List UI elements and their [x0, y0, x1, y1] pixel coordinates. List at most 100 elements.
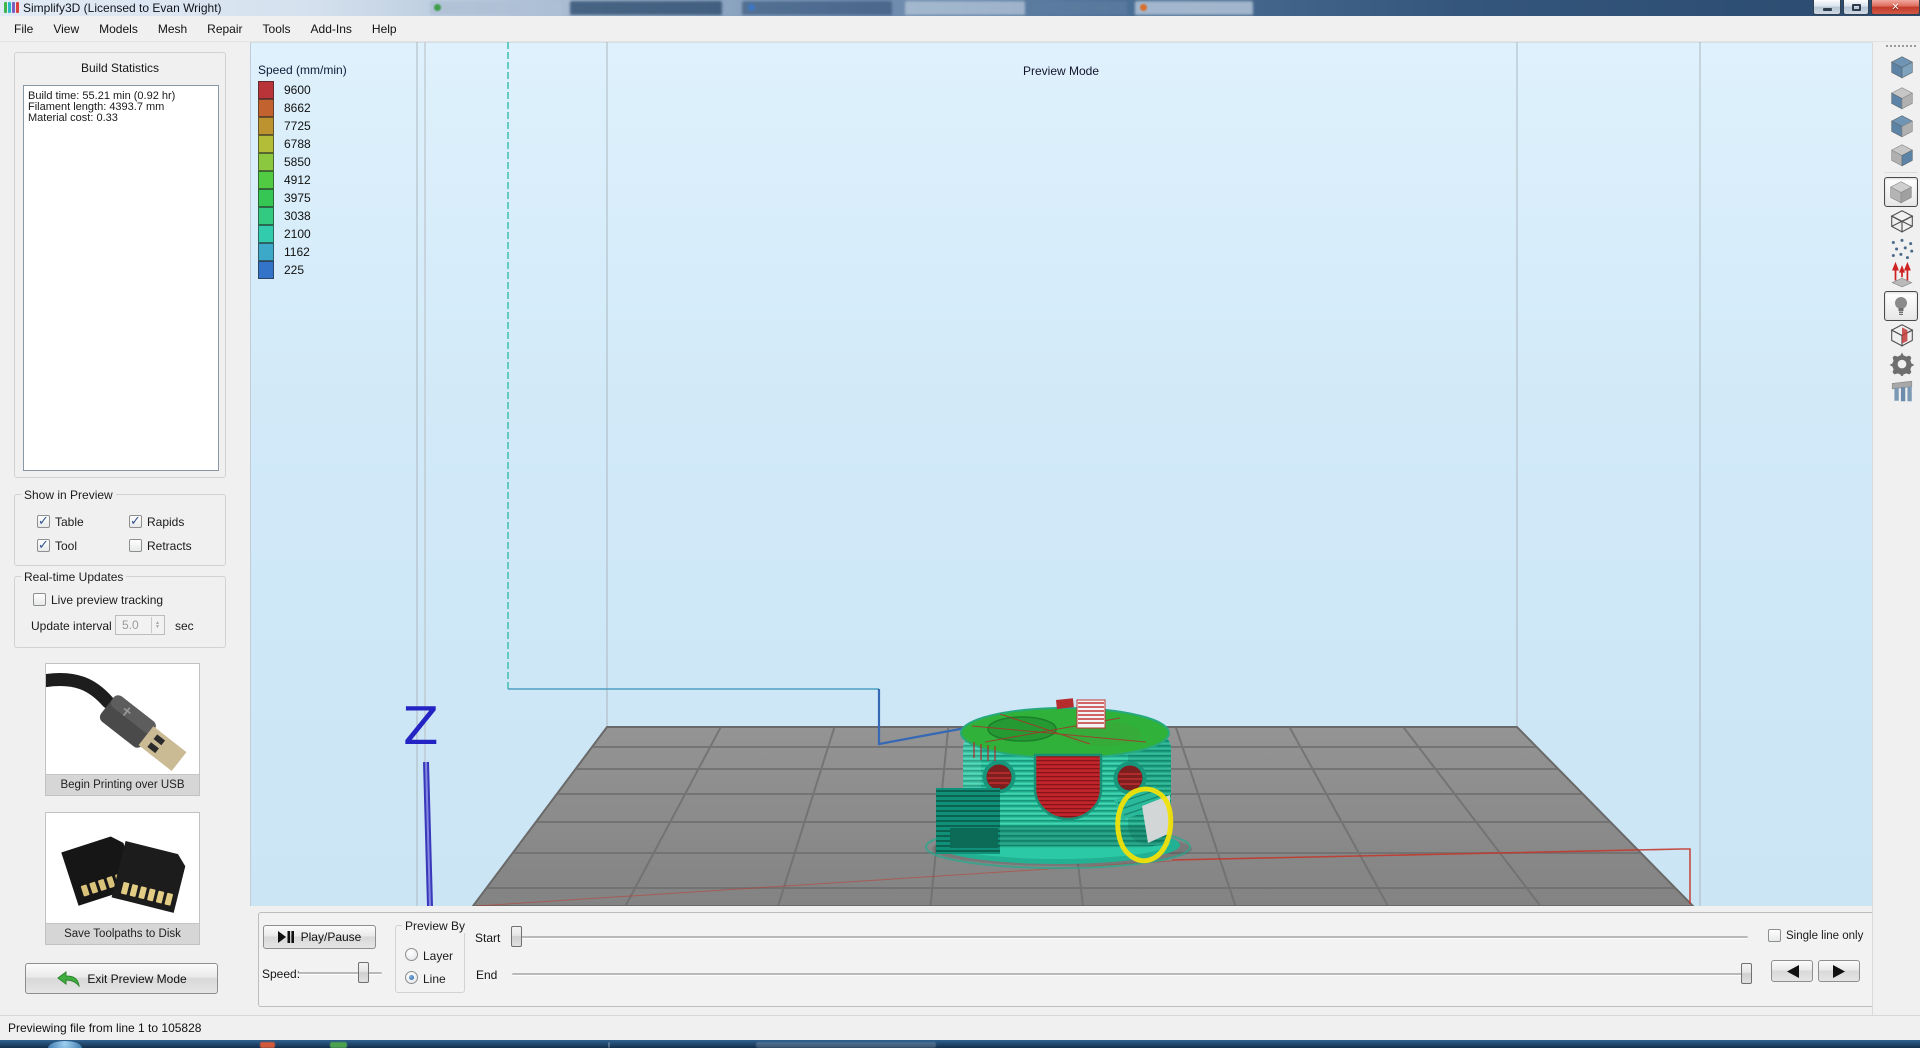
update-interval-unit: sec	[175, 619, 194, 633]
speed-slider-track[interactable]	[298, 972, 382, 975]
legend-value: 8662	[284, 101, 311, 115]
view-left-icon[interactable]	[1888, 113, 1916, 139]
view-front-icon[interactable]	[1888, 85, 1916, 111]
update-interval-value: 5.0	[122, 618, 139, 632]
retracts-checkbox-label[interactable]: Retracts	[147, 539, 192, 553]
infill-arch	[1035, 755, 1101, 819]
machine-settings-gear-icon[interactable]	[1888, 350, 1916, 376]
build-statistics-box: Build time: 55.21 min (0.92 hr) Filament…	[23, 85, 219, 471]
view-perspective-button[interactable]	[1884, 177, 1918, 207]
preview-by-title: Preview By	[402, 919, 468, 933]
menu-file[interactable]: File	[4, 18, 43, 40]
play-pause-icon	[278, 931, 294, 943]
view-right-icon[interactable]	[1888, 142, 1916, 168]
single-line-only-label[interactable]: Single line only	[1786, 930, 1863, 942]
tool-checkbox-label[interactable]: Tool	[55, 539, 77, 553]
app-window: Simplify3D (Licensed to Evan Wright) ✕ F…	[0, 0, 1920, 1048]
legend-swatch	[258, 81, 274, 99]
line-radio[interactable]	[405, 971, 418, 984]
close-button[interactable]: ✕	[1871, 0, 1920, 15]
spinner-arrows-icon[interactable]: ▲▼	[151, 617, 163, 633]
start-orb-icon[interactable]	[48, 1041, 82, 1048]
exit-preview-mode-label: Exit Preview Mode	[87, 972, 186, 986]
legend-swatch	[258, 135, 274, 153]
scene-canvas: Z	[250, 42, 1872, 906]
back-arrow-icon	[56, 971, 80, 987]
menu-mesh[interactable]: Mesh	[148, 18, 197, 40]
menu-tools[interactable]: Tools	[253, 18, 301, 40]
layer-radio[interactable]	[405, 948, 418, 961]
windows-taskbar[interactable]	[0, 1040, 1920, 1048]
view-top-icon[interactable]	[1888, 54, 1916, 80]
table-checkbox[interactable]	[37, 515, 50, 528]
taskbar-icon[interactable]	[260, 1042, 275, 1048]
begin-printing-usb-caption: Begin Printing over USB	[46, 774, 199, 795]
menu-repair[interactable]: Repair	[197, 18, 252, 40]
simplify3d-logo-icon	[4, 2, 19, 13]
line-radio-label[interactable]: Line	[423, 972, 446, 986]
surface-normals-icon[interactable]	[1888, 262, 1916, 288]
live-preview-tracking-label[interactable]: Live preview tracking	[51, 593, 163, 607]
background-window-fragment	[1135, 1, 1253, 15]
exit-preview-mode-button[interactable]: Exit Preview Mode	[25, 963, 218, 994]
preview-controls-panel	[258, 912, 1875, 1007]
live-preview-tracking-checkbox[interactable]	[33, 593, 46, 606]
usb-cable-image	[46, 664, 199, 774]
legend-value: 2100	[284, 227, 311, 241]
left-sidebar: Build Statistics Build time: 55.21 min (…	[0, 42, 250, 1015]
sd-cards-image	[46, 813, 199, 923]
legend-swatch	[258, 243, 274, 261]
title-bar: Simplify3D (Licensed to Evan Wright) ✕	[0, 0, 1920, 16]
build-statistics-title: Build Statistics	[15, 61, 225, 75]
menu-help[interactable]: Help	[362, 18, 407, 40]
step-forward-button[interactable]	[1818, 960, 1860, 982]
end-slider-thumb[interactable]	[1741, 963, 1752, 984]
toolbar-drag-handle[interactable]	[1886, 45, 1916, 47]
cross-section-icon[interactable]	[1888, 322, 1916, 348]
rapids-checkbox-label[interactable]: Rapids	[147, 515, 184, 529]
legend-value: 3038	[284, 209, 311, 223]
speed-slider-thumb[interactable]	[358, 962, 369, 983]
speed-legend-title: Speed (mm/min)	[258, 63, 347, 77]
menu-models[interactable]: Models	[89, 18, 148, 40]
step-back-button[interactable]	[1771, 960, 1813, 982]
single-line-only-checkbox[interactable]	[1768, 929, 1781, 942]
taskbar-icon[interactable]	[330, 1042, 347, 1048]
start-slider-track[interactable]	[512, 936, 1748, 939]
save-toolpaths-button[interactable]: Save Toolpaths to Disk	[45, 812, 200, 945]
status-text: Previewing file from line 1 to 105828	[8, 1021, 201, 1035]
update-interval-spinbox[interactable]: 5.0 ▲▼	[115, 615, 165, 635]
legend-swatch	[258, 153, 274, 171]
maximize-button[interactable]	[1843, 0, 1869, 15]
retracts-checkbox[interactable]	[129, 539, 142, 552]
update-interval-label: Update interval	[31, 619, 112, 633]
tool-checkbox[interactable]	[37, 539, 50, 552]
legend-value: 225	[284, 263, 304, 277]
menu-view[interactable]: View	[43, 18, 89, 40]
layer-radio-label[interactable]: Layer	[423, 949, 453, 963]
wireframe-view-icon[interactable]	[1888, 208, 1916, 234]
support-structures-icon[interactable]	[1888, 378, 1916, 404]
background-window-fragment	[1032, 1, 1127, 15]
minimize-button[interactable]	[1813, 0, 1841, 15]
begin-printing-usb-button[interactable]: Begin Printing over USB	[45, 663, 200, 796]
rapids-checkbox[interactable]	[129, 515, 142, 528]
taskbar-button[interactable]	[756, 1042, 936, 1048]
show-in-preview-title: Show in Preview	[21, 488, 116, 502]
point-view-icon[interactable]	[1888, 236, 1916, 262]
play-pause-label: Play/Pause	[301, 930, 362, 944]
toolbar-divider	[1884, 172, 1918, 173]
play-pause-button[interactable]: Play/Pause	[263, 925, 376, 949]
legend-row: 7725	[258, 117, 347, 135]
menu-addins[interactable]: Add-Ins	[301, 18, 362, 40]
table-checkbox-label[interactable]: Table	[55, 515, 84, 529]
real-time-updates-title: Real-time Updates	[21, 570, 126, 584]
legend-swatch	[258, 99, 274, 117]
lighting-button[interactable]	[1884, 291, 1918, 321]
legend-swatch	[258, 207, 274, 225]
end-slider-track[interactable]	[512, 973, 1752, 976]
legend-row: 6788	[258, 135, 347, 153]
menu-bar: File View Models Mesh Repair Tools Add-I…	[0, 16, 1920, 42]
legend-swatch	[258, 189, 274, 207]
start-slider-thumb[interactable]	[511, 926, 522, 947]
